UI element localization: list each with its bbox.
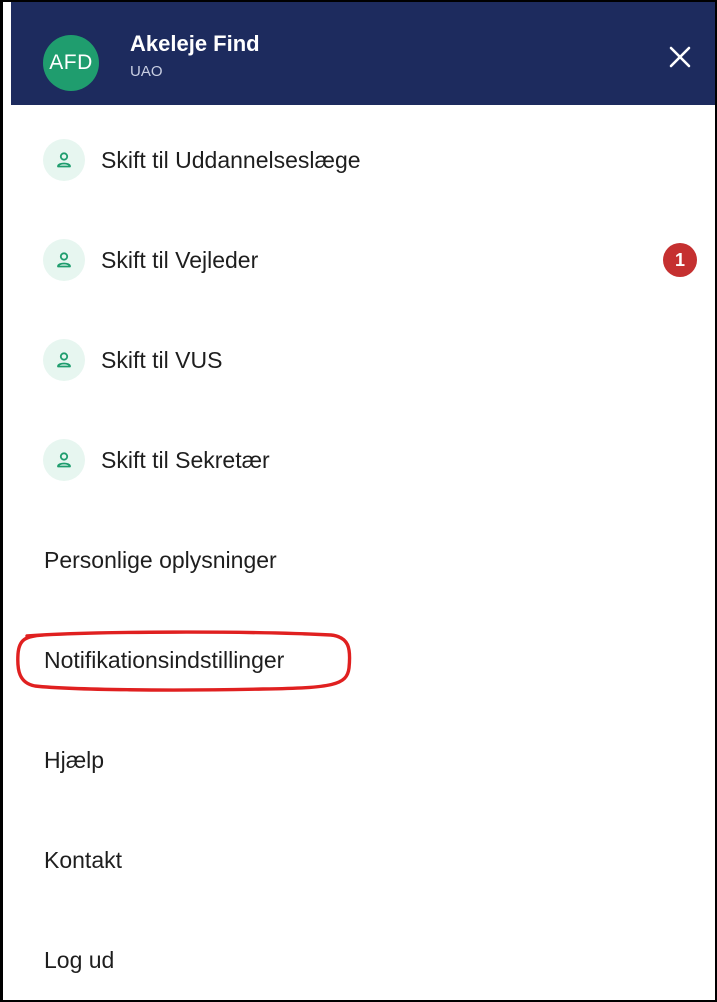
menu-item-label: Skift til Vejleder bbox=[101, 246, 259, 273]
menu-item-contact[interactable]: Kontakt bbox=[11, 810, 715, 910]
menu-item-label: Skift til Uddannelseslæge bbox=[101, 146, 361, 173]
close-button[interactable] bbox=[663, 40, 697, 74]
menu-item-switch-vejleder[interactable]: Skift til Vejleder 1 bbox=[11, 210, 715, 310]
close-icon bbox=[669, 46, 691, 68]
menu-item-switch-vus[interactable]: Skift til VUS bbox=[11, 310, 715, 410]
user-icon bbox=[43, 439, 85, 481]
menu-item-label: Skift til VUS bbox=[101, 346, 223, 373]
menu-item-label: Notifikationsindstillinger bbox=[44, 646, 285, 673]
menu-list: Skift til Uddannelseslæge Skift til Vejl… bbox=[11, 105, 715, 1000]
user-menu-header: AFD Akeleje Find UAO bbox=[11, 2, 715, 105]
menu-item-switch-uddannelseslaege[interactable]: Skift til Uddannelseslæge bbox=[11, 110, 715, 210]
user-name: Akeleje Find bbox=[130, 31, 260, 56]
menu-item-label: Kontakt bbox=[44, 846, 122, 873]
avatar: AFD bbox=[43, 35, 99, 91]
notification-badge: 1 bbox=[663, 243, 697, 277]
user-icon bbox=[43, 239, 85, 281]
user-icon bbox=[43, 339, 85, 381]
menu-item-notification-settings[interactable]: Notifikationsindstillinger bbox=[11, 610, 715, 710]
user-role: UAO bbox=[130, 63, 163, 80]
menu-item-label: Personlige oplysninger bbox=[44, 546, 277, 573]
menu-item-label: Log ud bbox=[44, 946, 115, 973]
menu-item-logout[interactable]: Log ud bbox=[11, 910, 715, 1000]
menu-item-switch-sekretaer[interactable]: Skift til Sekretær bbox=[11, 410, 715, 510]
user-menu-panel: AFD Akeleje Find UAO Skift til Uddannels… bbox=[0, 0, 717, 1002]
background-page-edge bbox=[3, 105, 11, 1000]
menu-item-personal-info[interactable]: Personlige oplysninger bbox=[11, 510, 715, 610]
menu-item-label: Hjælp bbox=[44, 746, 105, 773]
menu-item-label: Skift til Sekretær bbox=[101, 446, 270, 473]
menu-item-help[interactable]: Hjælp bbox=[11, 710, 715, 810]
user-icon bbox=[43, 139, 85, 181]
